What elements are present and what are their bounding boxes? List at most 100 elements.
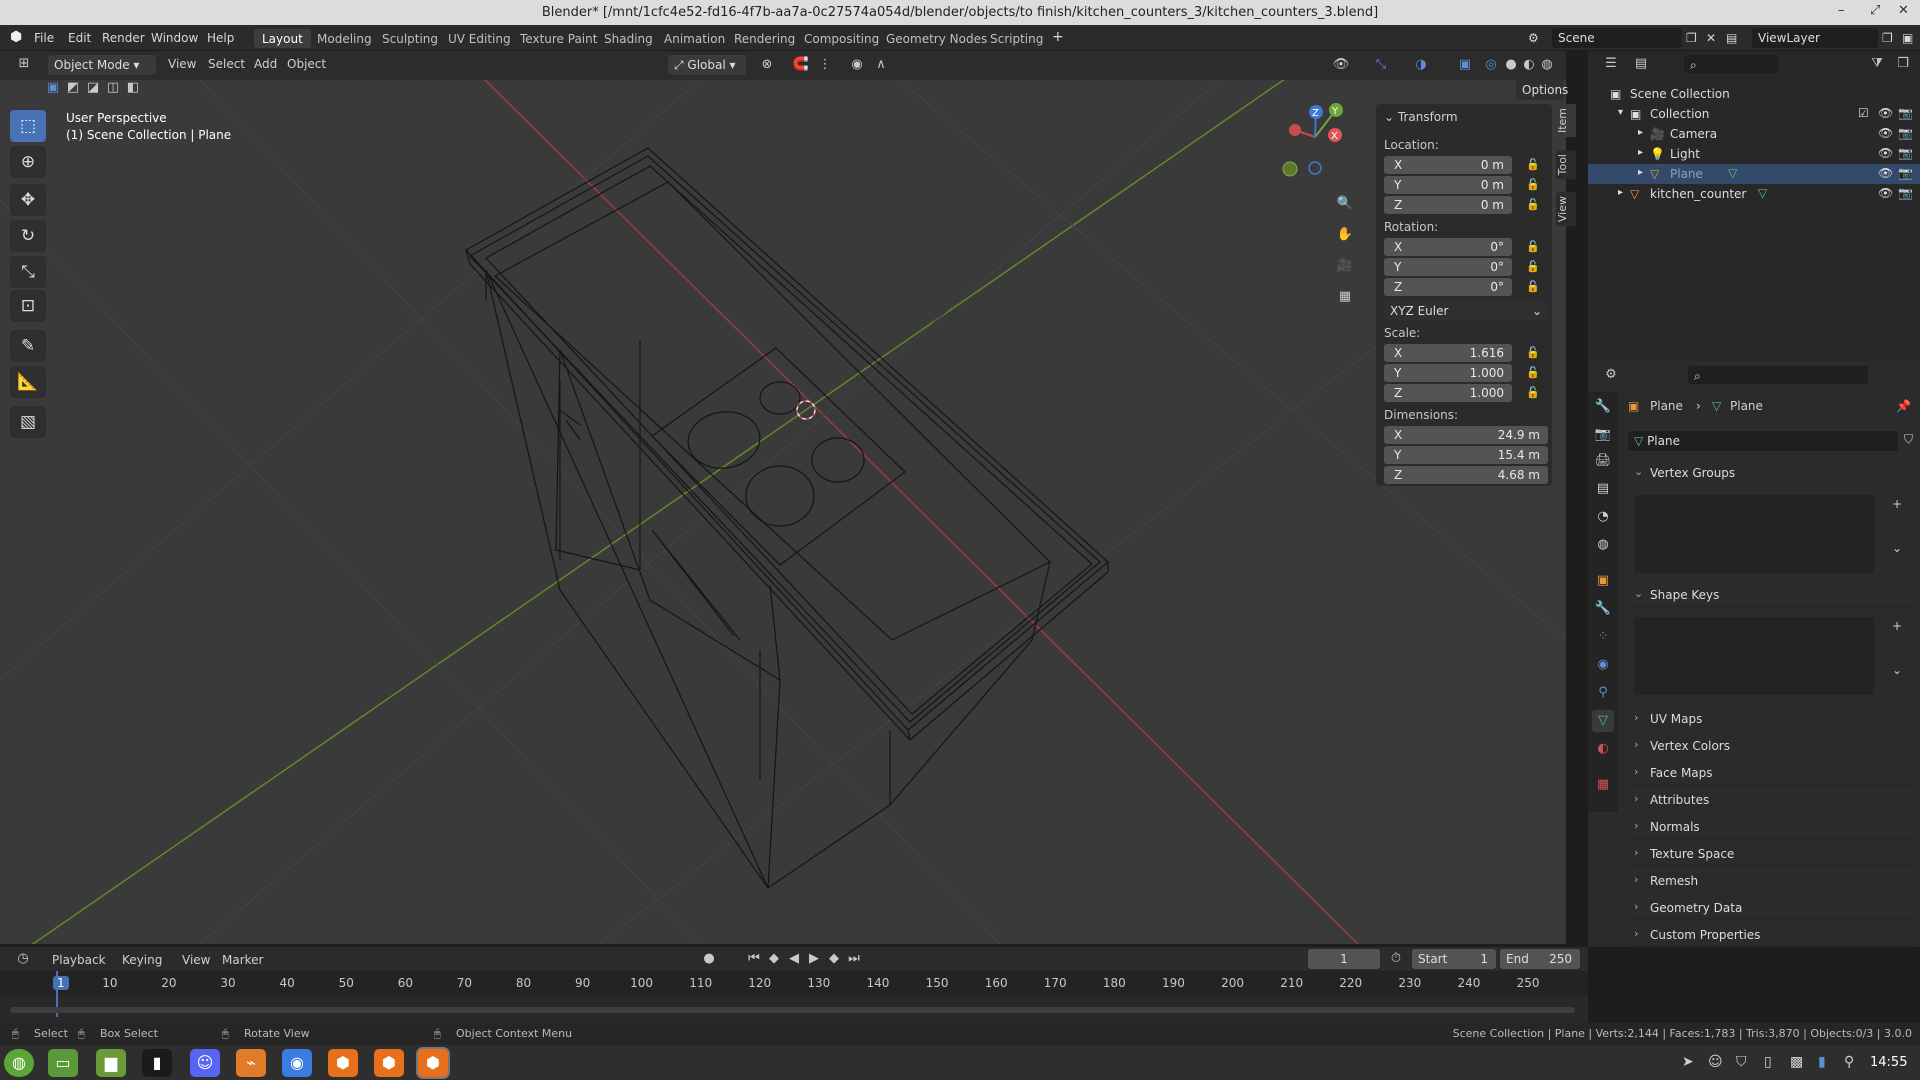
blender-app-icon[interactable]: ⬢ [328, 1049, 358, 1077]
blender-app-icon[interactable]: ⬢ [374, 1049, 404, 1077]
expand-arrow-icon[interactable]: ▸ [1638, 127, 1643, 138]
properties-editor-icon[interactable]: ⚙ [1600, 365, 1622, 385]
rotation-z-field[interactable]: Z 0° [1384, 278, 1512, 296]
transform-tool[interactable]: ⊡ [10, 290, 46, 322]
scale-tool[interactable]: ⤡ [10, 256, 46, 288]
scale-z-field[interactable]: Z 1.000 [1384, 384, 1512, 402]
play-reverse-icon[interactable]: ◀ [784, 949, 804, 969]
rotate-tool[interactable]: ↻ [10, 220, 46, 252]
chrome-icon[interactable]: ◉ [282, 1049, 312, 1077]
outliner-search-input[interactable]: ⌕ [1684, 55, 1778, 73]
tab-tool[interactable]: Tool [1556, 150, 1576, 180]
chevron-down-icon[interactable]: ⌄ [1892, 663, 1902, 677]
camera-render-icon[interactable]: 📷 [1898, 146, 1913, 160]
wireframe-shading-icon[interactable]: ◎ [1480, 55, 1502, 75]
rendered-shading-icon[interactable]: ◍ [1536, 55, 1558, 75]
transform-section-header[interactable]: ⌄ Transform [1384, 110, 1458, 124]
terminal-icon[interactable]: ▮ [142, 1049, 172, 1077]
minimize-icon[interactable]: – [1838, 3, 1845, 18]
shield-icon[interactable]: ⛉ [1736, 1054, 1747, 1070]
select-box-tool[interactable]: ⬚ [10, 110, 46, 142]
add-menu[interactable]: Add [254, 57, 277, 71]
tab-item[interactable]: Item [1556, 104, 1576, 138]
uv-maps-panel-header[interactable]: › UV Maps [1628, 707, 1912, 731]
lock-icon[interactable]: 🔓 [1526, 366, 1540, 379]
tool-tab-icon[interactable]: 🔧 [1592, 396, 1614, 418]
vertex-groups-list[interactable] [1634, 495, 1874, 573]
stopwatch-icon[interactable]: ⏱ [1386, 949, 1406, 969]
tab-geometry-nodes[interactable]: Geometry Nodes [878, 29, 995, 48]
annotate-tool[interactable]: ✎ [10, 330, 46, 362]
record-icon[interactable]: ● [698, 949, 720, 969]
select-invert-icon[interactable]: ◫ [104, 78, 122, 98]
lock-icon[interactable]: 🔓 [1526, 158, 1540, 171]
keyboard-layout-icon[interactable]: ▮ [1818, 1054, 1826, 1070]
outliner-row-kitchen-counter[interactable]: ▸ ▽ kitchen_counter ▽ 👁 📷 [1588, 184, 1920, 204]
pivot-icon[interactable]: ⊗ [756, 55, 778, 75]
timeline-editor-icon[interactable]: ◷ [10, 949, 36, 969]
mesh-data-tab-icon[interactable]: ▽ [1592, 710, 1614, 732]
play-icon[interactable]: ▶ [804, 949, 824, 969]
expand-arrow-icon[interactable]: ▸ [1638, 147, 1643, 158]
update-icon[interactable]: ▩ [1790, 1054, 1803, 1070]
rotation-y-field[interactable]: Y 0° [1384, 258, 1512, 276]
texture-tab-icon[interactable]: ▦ [1592, 774, 1614, 796]
show-desktop-icon[interactable]: ▭ [48, 1049, 78, 1077]
outliner-row-light[interactable]: ▸ 💡 Light 👁 📷 [1588, 144, 1920, 164]
marker-menu[interactable]: Marker [222, 953, 263, 967]
3d-viewport[interactable]: X Y Z User Perspective (1) Scene Collect… [0, 80, 1566, 944]
start-frame-field[interactable]: Start 1 [1412, 949, 1496, 969]
network-icon[interactable]: ⚲ [1844, 1054, 1854, 1070]
menu-help[interactable]: Help [207, 31, 234, 45]
lock-icon[interactable]: 🔓 [1526, 386, 1540, 399]
fake-user-shield-icon[interactable]: ⛉ [1904, 432, 1913, 447]
lock-icon[interactable]: 🔓 [1526, 280, 1540, 293]
shape-keys-list[interactable] [1634, 617, 1874, 695]
discord-tray-icon[interactable]: ☺ [1708, 1054, 1723, 1070]
scene-tab-icon[interactable]: ◔ [1592, 506, 1614, 528]
camera-render-icon[interactable]: 📷 [1898, 166, 1913, 180]
lock-icon[interactable]: 🔓 [1526, 240, 1540, 253]
tab-shading[interactable]: Shading [596, 29, 661, 48]
vertex-colors-panel-header[interactable]: › Vertex Colors [1628, 734, 1912, 758]
blender-launcher-icon[interactable]: ⌁ [236, 1049, 266, 1077]
face-maps-panel-header[interactable]: › Face Maps [1628, 761, 1912, 785]
telegram-tray-icon[interactable]: ➤ [1682, 1054, 1694, 1070]
tab-sculpting[interactable]: Sculpting [374, 29, 446, 48]
world-tab-icon[interactable]: ◍ [1592, 534, 1614, 556]
transform-orientation-dropdown[interactable]: ⤢ Global ▾ [668, 55, 746, 75]
lock-icon[interactable]: 🔓 [1526, 260, 1540, 273]
clock[interactable]: 14:55 [1870, 1055, 1907, 1070]
chevron-down-icon[interactable]: ⌄ [1892, 541, 1902, 555]
dimensions-y-field[interactable]: Y 15.4 m [1384, 446, 1548, 464]
custom-properties-panel-header[interactable]: › Custom Properties [1628, 923, 1912, 947]
maximize-icon[interactable]: ⤢ [1870, 3, 1880, 18]
keying-menu[interactable]: Keying [122, 953, 162, 967]
next-keyframe-icon[interactable]: ◆ [824, 949, 844, 969]
prev-keyframe-icon[interactable]: ◆ [764, 949, 784, 969]
mesh-datablock-field[interactable]: ▽ Plane [1628, 431, 1898, 451]
jump-start-icon[interactable]: ⏮ [744, 949, 764, 969]
object-menu[interactable]: Object [287, 57, 326, 71]
new-scene-icon[interactable]: ❐ [1686, 31, 1697, 45]
dimensions-z-field[interactable]: Z 4.68 m [1384, 466, 1548, 484]
falloff-icon[interactable]: ∧ [870, 55, 892, 75]
delete-viewlayer-icon[interactable]: ▣ [1902, 31, 1913, 45]
options-dropdown[interactable]: Options [1516, 80, 1568, 100]
select-new-icon[interactable]: ▣ [44, 78, 62, 98]
eye-icon[interactable]: 👁 [1878, 186, 1893, 200]
timeline-view-menu[interactable]: View [182, 953, 210, 967]
expand-arrow-icon[interactable]: ▾ [1618, 107, 1623, 118]
delete-scene-icon[interactable]: ✕ [1706, 31, 1716, 45]
blender-logo-icon[interactable]: ⬢ [10, 29, 22, 45]
tab-scripting[interactable]: Scripting [982, 29, 1051, 48]
add-workspace-icon[interactable]: + [1052, 29, 1064, 45]
close-icon[interactable]: ✕ [1898, 3, 1909, 18]
rotation-x-field[interactable]: X 0° [1384, 238, 1512, 256]
expand-arrow-icon[interactable]: ▸ [1638, 167, 1643, 178]
clipboard-icon[interactable]: ▯ [1764, 1054, 1772, 1070]
scale-x-field[interactable]: X 1.616 [1384, 344, 1512, 362]
location-y-field[interactable]: Y 0 m [1384, 176, 1512, 194]
mode-dropdown[interactable]: Object Mode ▾ [48, 55, 156, 75]
zoom-icon[interactable]: 🔍 [1334, 194, 1356, 214]
